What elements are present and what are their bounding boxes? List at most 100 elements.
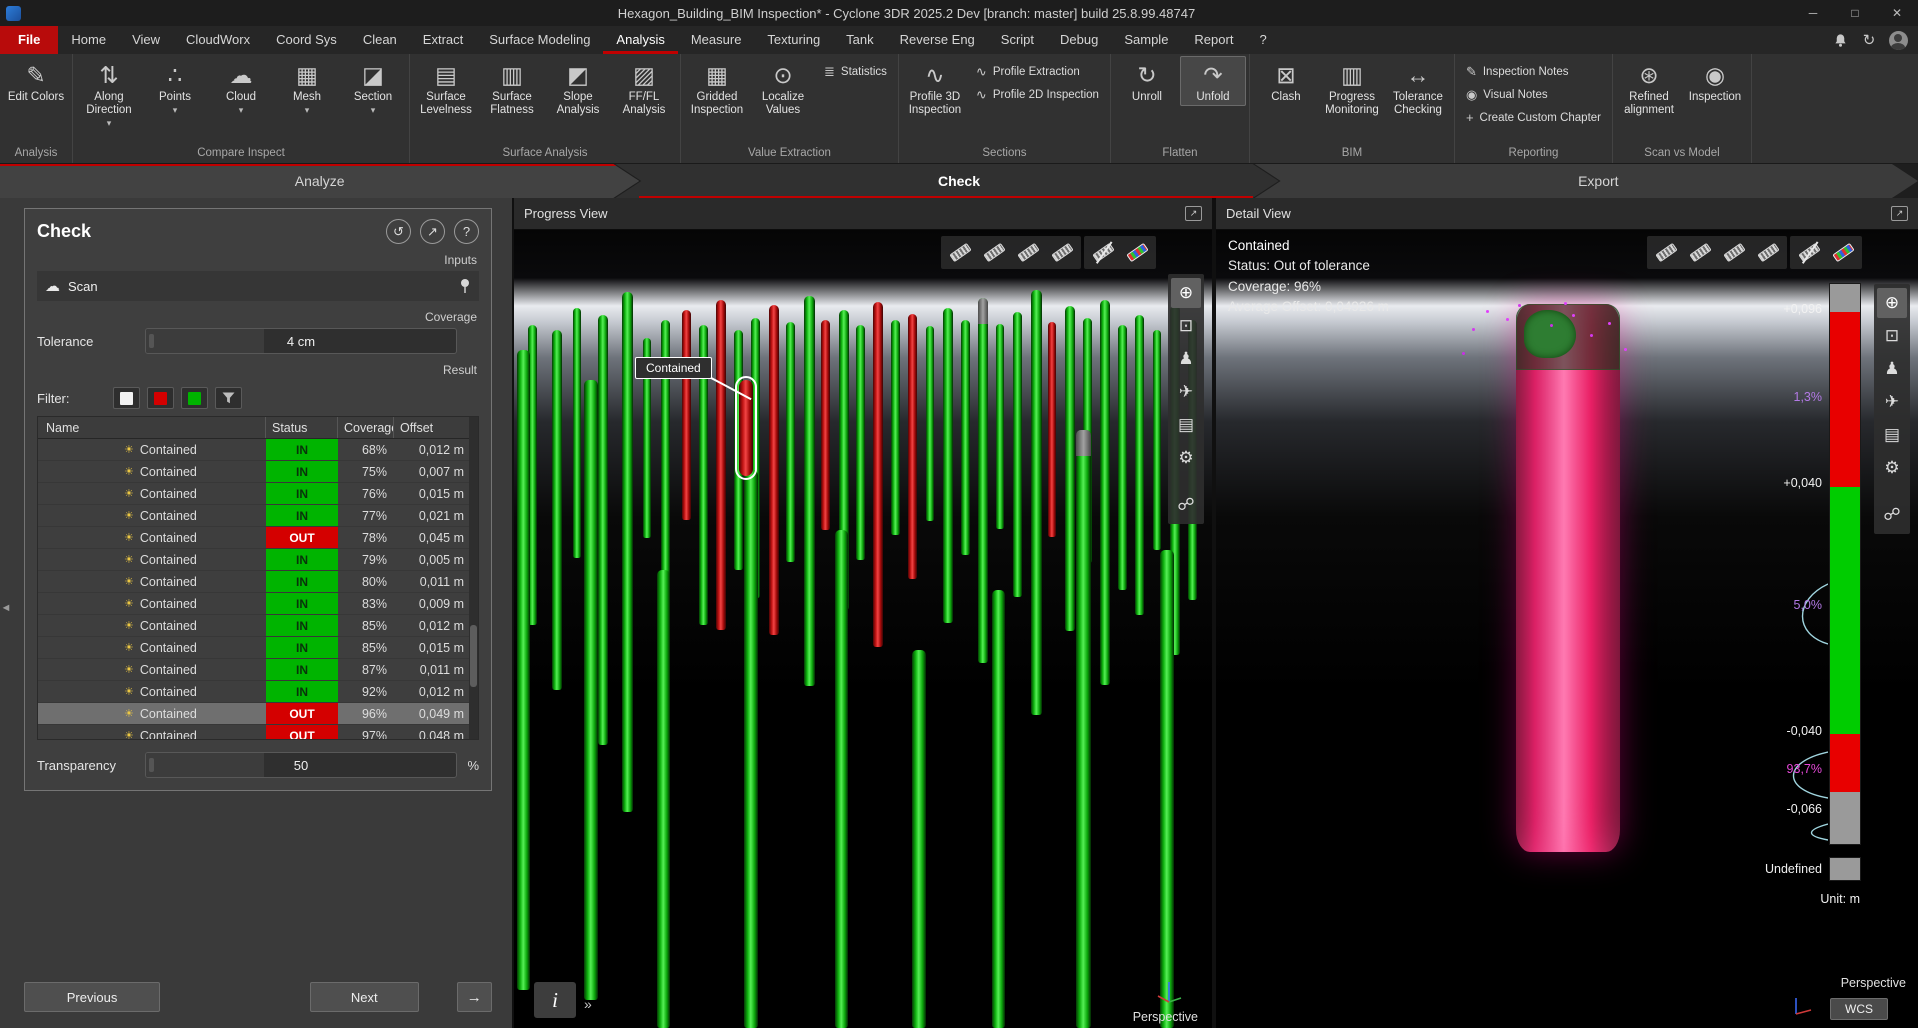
visibility-sun-icon[interactable]: ☀ (124, 707, 134, 720)
edit-measurement-icon[interactable] (1718, 239, 1750, 266)
angle-measurement-icon[interactable] (1752, 239, 1784, 266)
rebar-rod[interactable] (1076, 430, 1091, 1028)
filter-in-toggle[interactable] (181, 387, 208, 409)
menu-tab-sample[interactable]: Sample (1111, 26, 1181, 54)
help-icon[interactable]: ? (454, 219, 479, 244)
ribbon-surface-flatness[interactable]: ▥Surface Flatness (479, 56, 545, 119)
rebar-rod[interactable] (716, 300, 726, 630)
ribbon-points[interactable]: ∴Points▾ (142, 56, 208, 118)
visibility-sun-icon[interactable]: ☀ (124, 575, 134, 588)
detail-viewport[interactable]: Contained Status: Out of tolerance Cover… (1216, 230, 1918, 1028)
visibility-sun-icon[interactable]: ☀ (124, 729, 134, 739)
table-row[interactable]: ☀ContainedIN76%0,015 m (38, 483, 478, 505)
ribbon-gridded-inspection[interactable]: ▦Gridded Inspection (684, 56, 750, 119)
menu-tab-debug[interactable]: Debug (1047, 26, 1111, 54)
angle-measurement-icon[interactable] (1046, 239, 1078, 266)
rebar-rod[interactable] (992, 590, 1005, 1028)
menu-tab-script[interactable]: Script (988, 26, 1047, 54)
maximize-button[interactable]: □ (1834, 0, 1876, 26)
hide-measurements-icon[interactable] (1793, 239, 1825, 266)
table-row[interactable]: ☀ContainedIN83%0,009 m (38, 593, 478, 615)
tolerance-input[interactable]: 4 cm (145, 328, 457, 354)
rebar-rod[interactable] (912, 650, 926, 1028)
projection-mode-icon[interactable]: ▤ (1171, 410, 1201, 440)
table-row[interactable]: ☀ContainedIN79%0,005 m (38, 549, 478, 571)
filter-funnel-icon[interactable] (215, 387, 242, 409)
table-row[interactable]: ☀ContainedIN92%0,012 m (38, 681, 478, 703)
history-icon[interactable]: ↺ (386, 219, 411, 244)
inspected-pile-cylinder[interactable] (1516, 304, 1620, 852)
menu-tab-clean[interactable]: Clean (350, 26, 410, 54)
table-row[interactable]: ☀ContainedOUT96%0,049 m (38, 703, 478, 725)
previous-button[interactable]: Previous (24, 982, 160, 1012)
walkthrough-icon[interactable]: ♟ (1171, 344, 1201, 374)
table-row[interactable]: ☀ContainedIN68%0,012 m (38, 439, 478, 461)
visibility-sun-icon[interactable]: ☀ (124, 619, 134, 632)
ribbon-section[interactable]: ◪Section▾ (340, 56, 406, 118)
walkthrough-icon[interactable]: ♟ (1877, 354, 1907, 384)
menu-tab-tank[interactable]: Tank (833, 26, 886, 54)
scan-input-row[interactable]: ☁ Scan (37, 271, 479, 301)
rebar-rod[interactable] (573, 308, 581, 558)
notifications-bell-icon[interactable] (1830, 30, 1850, 50)
rebar-rod[interactable] (926, 326, 934, 521)
add-measurement-icon[interactable] (1650, 239, 1682, 266)
menu-tab-home[interactable]: Home (58, 26, 119, 54)
rebar-rod[interactable] (1048, 322, 1056, 537)
rebar-rod[interactable] (835, 530, 848, 1028)
sync-icon[interactable]: ↻ (1859, 30, 1879, 50)
export-panel-icon[interactable]: ↗ (420, 219, 445, 244)
rebar-rod[interactable] (552, 330, 562, 690)
menu-tab-coord-sys[interactable]: Coord Sys (263, 26, 350, 54)
ribbon-clash[interactable]: ⊠Clash (1253, 56, 1319, 106)
visibility-sun-icon[interactable]: ☀ (124, 685, 134, 698)
visibility-sun-icon[interactable]: ☀ (124, 487, 134, 500)
ribbon-along-direction[interactable]: ⇅Along Direction▾ (76, 56, 142, 131)
edit-measurement-icon[interactable] (1012, 239, 1044, 266)
ribbon-create-custom-chapter[interactable]: +Create Custom Chapter (1462, 108, 1605, 127)
zoom-target-icon[interactable]: ⊡ (1877, 321, 1907, 351)
rebar-rod[interactable] (821, 320, 830, 530)
menu-tab-report[interactable]: Report (1181, 26, 1246, 54)
table-header[interactable]: Name Status Coverage Offset (38, 417, 478, 439)
pick-pin-icon[interactable] (459, 278, 471, 294)
rebar-rod[interactable] (682, 310, 691, 520)
transparency-slider[interactable]: 50 (145, 752, 457, 778)
measure-distance-icon[interactable] (1684, 239, 1716, 266)
ribbon-inspection[interactable]: ◉Inspection (1682, 56, 1748, 106)
menu-tab-surface-modeling[interactable]: Surface Modeling (476, 26, 603, 54)
visibility-sun-icon[interactable]: ☀ (124, 509, 134, 522)
visibility-sun-icon[interactable]: ☀ (124, 597, 134, 610)
projection-label[interactable]: Perspective (1841, 976, 1906, 990)
ribbon-localize-values[interactable]: ⊙Localize Values (750, 56, 816, 119)
ribbon-statistics[interactable]: ≣Statistics (820, 62, 891, 82)
measurement-colormap-icon[interactable] (1121, 239, 1153, 266)
workflow-step-analyze[interactable]: Analyze (0, 164, 639, 198)
export-step-icon[interactable]: → (457, 982, 493, 1012)
ribbon-refined-alignment[interactable]: ⊛Refined alignment (1616, 56, 1682, 119)
menu-tab-help[interactable]: ? (1246, 26, 1279, 54)
rebar-rod[interactable] (908, 314, 917, 579)
ribbon-slope-analysis[interactable]: ◩Slope Analysis (545, 56, 611, 119)
rebar-rod[interactable] (856, 325, 865, 560)
rebar-rod[interactable] (891, 320, 900, 535)
rebar-rod[interactable] (873, 302, 883, 647)
minimize-button[interactable]: ─ (1792, 0, 1834, 26)
popout-icon[interactable]: ↗ (1891, 206, 1908, 221)
ribbon-profile-extraction[interactable]: ∿Profile Extraction (972, 62, 1103, 82)
rebar-rod[interactable] (598, 315, 608, 745)
projection-label[interactable]: Perspective (1133, 1010, 1198, 1024)
ribbon-progress-monitoring[interactable]: ▥Progress Monitoring (1319, 56, 1385, 119)
visibility-sun-icon[interactable]: ☀ (124, 553, 134, 566)
table-row[interactable]: ☀ContainedIN85%0,015 m (38, 637, 478, 659)
table-row[interactable]: ☀ContainedOUT97%0,048 m (38, 725, 478, 739)
rebar-rod[interactable] (1100, 300, 1110, 685)
fly-mode-icon[interactable]: ✈ (1877, 387, 1907, 417)
hide-measurements-icon[interactable] (1087, 239, 1119, 266)
table-row[interactable]: ☀ContainedIN87%0,011 m (38, 659, 478, 681)
orbit-icon[interactable]: ⊕ (1171, 278, 1201, 308)
visibility-sun-icon[interactable]: ☀ (124, 443, 134, 456)
table-row[interactable]: ☀ContainedIN77%0,021 m (38, 505, 478, 527)
ribbon-unfold[interactable]: ↷Unfold (1180, 56, 1246, 106)
rebar-rod[interactable] (1118, 325, 1127, 590)
